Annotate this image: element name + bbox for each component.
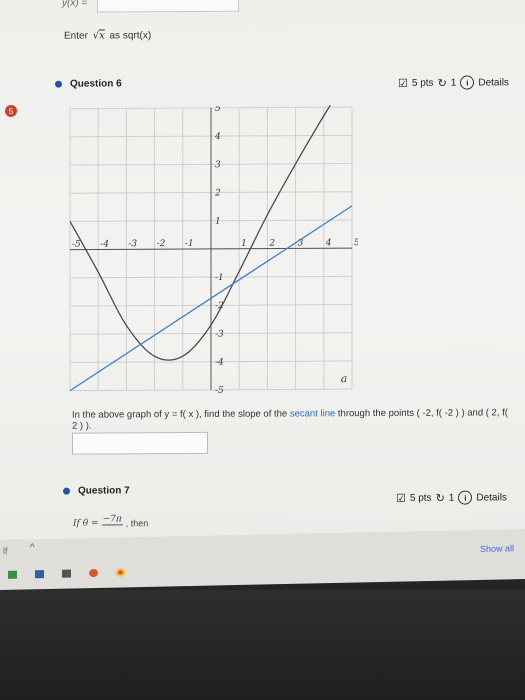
sqrt-radicand: x [99, 30, 105, 42]
chevron-up-icon[interactable]: ^ [30, 542, 35, 553]
retry-icon: ↻ [437, 77, 447, 90]
y-tick-label: -1 [215, 273, 224, 283]
x-tick-label: 5 [354, 238, 358, 248]
question-bullet-icon [55, 80, 62, 88]
question-6-title: Question 6 [70, 78, 122, 90]
x-tick-label: -1 [185, 239, 194, 249]
edit-checkbox-icon: ☑ [396, 492, 406, 505]
edit-checkbox-icon: ☑ [398, 77, 408, 90]
download-bar: lf ^ Show all [0, 529, 525, 590]
y-tick-label: -5 [215, 386, 224, 396]
question-7-points: 5 pts [409, 492, 432, 504]
prompt-before: In the above graph of y = f( x ), find t… [72, 408, 288, 421]
info-icon[interactable]: i [458, 490, 473, 505]
x-tick-label: 2 [268, 239, 275, 249]
slope-answer-input[interactable] [72, 431, 208, 455]
then-text: , then [125, 518, 149, 529]
show-all-button[interactable]: Show all [480, 543, 514, 554]
chrome-icon[interactable] [116, 568, 125, 577]
question-6-details-link[interactable]: Details [478, 77, 509, 88]
dock-icons [8, 568, 125, 579]
theta-equation: If θ = [73, 518, 99, 529]
y-tick-label: -3 [215, 329, 224, 339]
y-tick-label: -4 [215, 358, 224, 368]
hint-prefix: Enter [64, 30, 88, 42]
y-tick-label: 1 [215, 217, 221, 227]
question-7-body: If θ = −7π , then [73, 514, 149, 531]
sqrt-hint: Enter √x as sqrt(x) [64, 30, 151, 41]
previous-answer-input[interactable] [97, 0, 239, 13]
sqrt-symbol: √x [92, 30, 105, 42]
question-6-tries: 1 [450, 77, 457, 89]
x-tick-label: -5 [72, 240, 81, 250]
theta-fraction: −7π [101, 514, 123, 531]
secant-line-link[interactable]: secant line [290, 408, 335, 419]
x-tick-label: -2 [157, 239, 166, 249]
tick-labels: -5 -4 -3 -2 -1 1 2 3 4 554321-1-2-3-4-5 [72, 105, 358, 396]
answer-label: y(x) = [62, 0, 88, 9]
hint-suffix: as sqrt(x) [109, 30, 152, 42]
screen: y(x) = Enter √x as sqrt(x) 5 Question 6 … [0, 0, 525, 540]
app-icon[interactable] [35, 570, 44, 579]
app-icon[interactable] [8, 570, 17, 579]
question-7-tries: 1 [448, 492, 455, 504]
function-graph: -5 -4 -3 -2 -1 1 2 3 4 554321-1-2-3-4-5 a [69, 105, 358, 396]
axes [70, 107, 352, 390]
store-icon[interactable] [62, 569, 71, 578]
question-6-meta: ☑ 5 pts ↻ 1 i Details [398, 75, 509, 90]
question-7-details-link[interactable]: Details [476, 492, 507, 503]
y-tick-label: 4 [214, 132, 221, 142]
y-tick-label: 5 [215, 105, 221, 114]
question-7-meta: ☑ 5 pts ↻ 1 i Details [396, 490, 507, 505]
question-7-title: Question 7 [78, 485, 130, 497]
question-6-prompt: In the above graph of y = f( x ), find t… [72, 407, 512, 431]
x-tick-label: -3 [128, 239, 137, 249]
download-item-label: lf [3, 545, 8, 556]
x-tick-label: -4 [100, 239, 109, 249]
question-7-header: Question 7 [63, 485, 130, 497]
info-icon[interactable]: i [460, 75, 475, 90]
question-6-header: Question 6 [55, 78, 122, 90]
question-marker: 5 [5, 104, 17, 117]
x-tick-label: 1 [241, 239, 247, 249]
fraction-numerator: −7π [101, 514, 123, 526]
y-tick-label: 2 [214, 188, 221, 198]
x-tick-label: 4 [325, 238, 332, 248]
app-icon[interactable] [89, 568, 98, 578]
monitor-bezel [0, 590, 525, 700]
question-bullet-icon [63, 487, 70, 495]
retry-icon: ↻ [435, 492, 445, 505]
y-tick-label: 3 [215, 160, 221, 170]
question-6-points: 5 pts [411, 77, 434, 89]
annotation-label: a [341, 372, 348, 385]
